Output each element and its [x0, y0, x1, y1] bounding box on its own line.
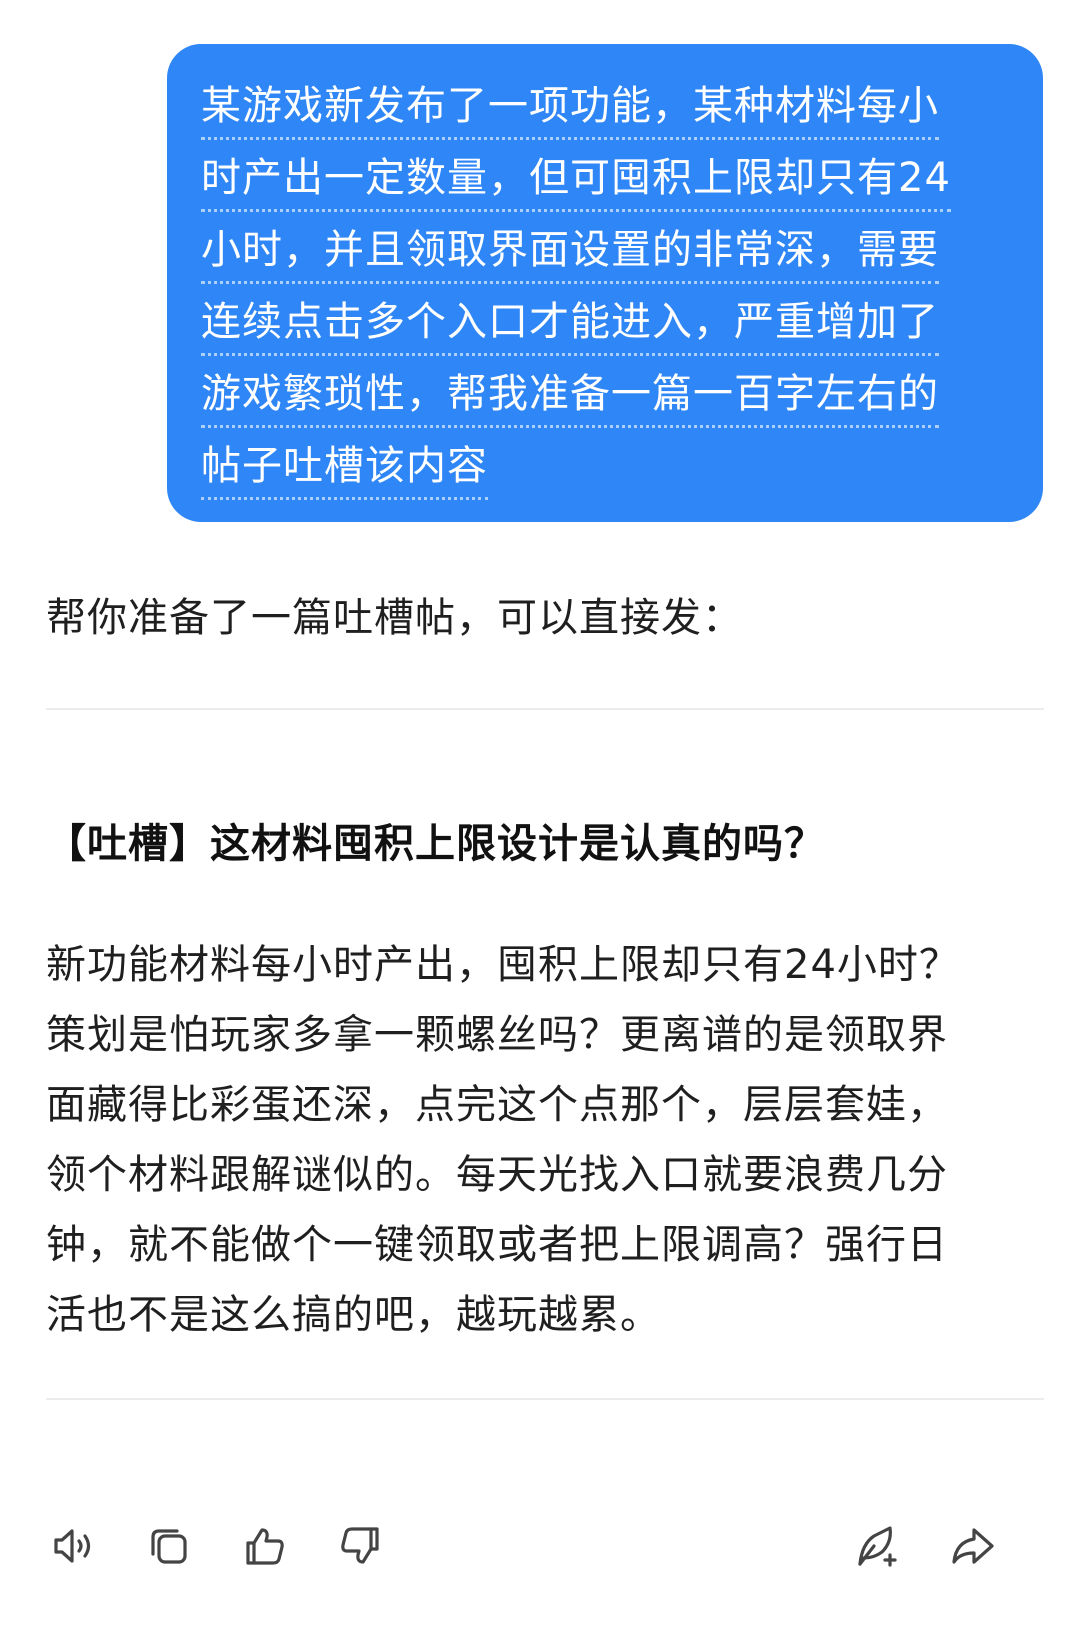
post-body: 新功能材料每小时产出，囤积上限却只有24小时？ 策划是怕玩家多拿一颗螺丝吗？更离…: [46, 930, 1046, 1350]
thumbs-up-icon: [246, 1528, 284, 1565]
divider-top: [46, 708, 1044, 710]
user-message-bubble[interactable]: 某游戏新发布了一项功能，某种材料每小 时产出一定数量，但可囤积上限却只有24 小…: [167, 44, 1043, 522]
post-title: 【吐槽】这材料囤积上限设计是认真的吗？: [46, 821, 825, 867]
user-message-line: 时产出一定数量，但可囤积上限却只有24: [201, 142, 1009, 214]
copy-button[interactable]: [141, 1518, 197, 1574]
user-message-line: 游戏繁琐性，帮我准备一篇一百字左右的: [201, 358, 1009, 430]
copy-icon: [151, 1529, 187, 1564]
post-body-line: 新功能材料每小时产出，囤积上限却只有24小时？: [46, 942, 960, 988]
share-button[interactable]: [944, 1518, 1000, 1574]
user-message-line: 小时，并且领取界面设置的非常深，需要: [201, 214, 1009, 286]
post-body-line: 领个材料跟解谜似的。每天光找入口就要浪费几分: [46, 1152, 948, 1198]
dislike-button[interactable]: [332, 1518, 388, 1574]
read-aloud-button[interactable]: [44, 1518, 100, 1574]
chat-page: 某游戏新发布了一项功能，某种材料每小 时产出一定数量，但可囤积上限却只有24 小…: [0, 0, 1080, 1640]
user-message-line: 帖子吐槽该内容: [201, 430, 1009, 502]
thumbs-down-icon: [341, 1527, 379, 1564]
share-icon: [952, 1528, 994, 1564]
speaker-icon: [54, 1529, 91, 1563]
post-body-line: 面藏得比彩蛋还深，点完这个点那个，层层套娃，: [46, 1082, 948, 1128]
like-button[interactable]: [237, 1518, 293, 1574]
message-action-toolbar: [0, 1518, 1080, 1578]
divider-bottom: [46, 1398, 1044, 1400]
edit-icon: [858, 1526, 897, 1567]
user-message-line: 连续点击多个入口才能进入，严重增加了: [201, 286, 1009, 358]
user-message-line: 某游戏新发布了一项功能，某种材料每小: [201, 70, 1009, 142]
post-body-line: 钟，就不能做个一键领取或者把上限调高？强行日: [46, 1222, 948, 1268]
assistant-intro: 帮你准备了一篇吐槽帖，可以直接发：: [46, 595, 743, 641]
edit-button[interactable]: [848, 1518, 904, 1574]
post-body-line: 策划是怕玩家多拿一颗螺丝吗？更离谱的是领取界: [46, 1012, 948, 1058]
post-body-line: 活也不是这么搞的吧，越玩越累。: [46, 1292, 661, 1338]
